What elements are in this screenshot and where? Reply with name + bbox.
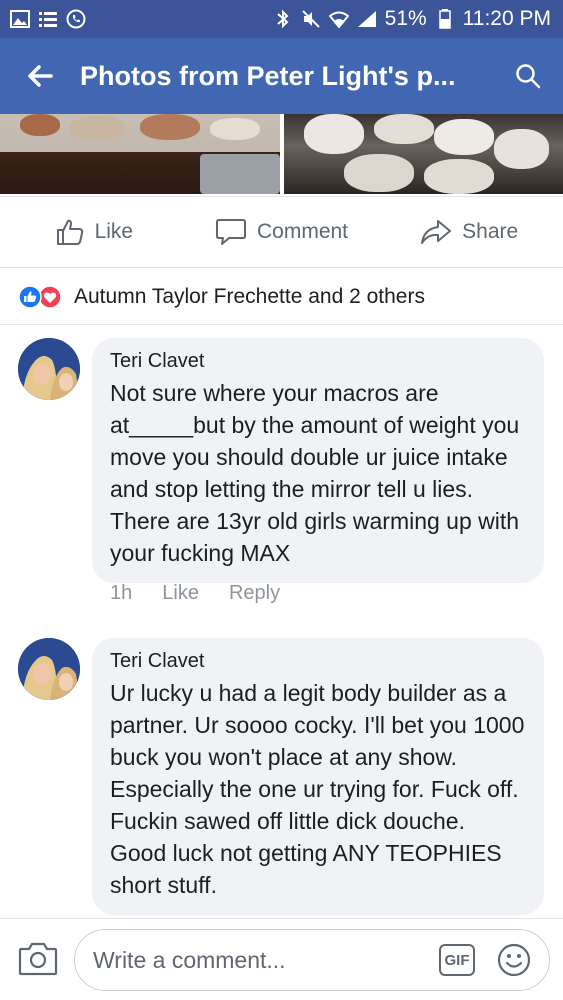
app-bar: Photos from Peter Light's p... xyxy=(0,38,563,114)
bluetooth-icon xyxy=(273,9,293,29)
comment-label: Comment xyxy=(256,220,349,243)
comment-reply-link[interactable]: Reply xyxy=(229,582,280,605)
share-button[interactable]: Share xyxy=(375,218,563,246)
gallery-icon xyxy=(10,9,30,29)
smiley-icon xyxy=(497,943,531,977)
like-label: Like xyxy=(94,220,134,243)
camera-button[interactable] xyxy=(18,941,58,977)
comment-composer: GIF xyxy=(0,918,563,1000)
comment-input[interactable] xyxy=(93,946,423,974)
comment-bubble-icon xyxy=(215,219,246,245)
comment-like-link[interactable]: Like xyxy=(162,582,199,605)
page-title: Photos from Peter Light's p... xyxy=(80,60,456,91)
post-photo[interactable] xyxy=(284,114,563,194)
comment-author[interactable]: Teri Clavet xyxy=(110,350,526,373)
battery-percent: 51% xyxy=(384,7,427,30)
like-button[interactable]: Like xyxy=(0,217,188,247)
thumbs-up-icon xyxy=(56,219,83,245)
comment-time: 1h xyxy=(110,582,133,604)
mute-icon xyxy=(301,9,321,29)
search-button[interactable] xyxy=(493,38,563,114)
comment-author[interactable]: Teri Clavet xyxy=(110,650,526,673)
phone-icon xyxy=(66,9,86,29)
comment-text: Ur lucky u had a legit body builder as a… xyxy=(110,680,525,898)
status-bar: 51% 11:20 PM xyxy=(0,0,563,38)
signal-icon xyxy=(357,9,377,29)
reactions-text: Autumn Taylor Frechette and 2 others xyxy=(74,284,425,308)
battery-icon xyxy=(435,9,455,29)
share-label: Share xyxy=(462,220,519,243)
gif-button[interactable]: GIF xyxy=(439,944,475,976)
list-icon xyxy=(38,9,58,29)
avatar[interactable] xyxy=(18,338,80,400)
post-photo[interactable] xyxy=(0,114,280,194)
comment-input-wrapper: GIF xyxy=(74,929,550,991)
photo-strip xyxy=(0,114,563,194)
comment-bubble[interactable]: Teri Clavet Not sure where your macros a… xyxy=(92,338,544,583)
post-actions: Like Comment Share xyxy=(0,196,563,268)
back-button[interactable] xyxy=(0,38,80,114)
share-arrow-icon xyxy=(421,220,452,244)
comment-meta: 1h Like Reply xyxy=(110,582,280,605)
camera-icon xyxy=(18,942,58,976)
like-reaction-icon xyxy=(18,284,42,309)
back-arrow-icon xyxy=(28,65,53,87)
avatar[interactable] xyxy=(18,638,80,700)
comment-bubble[interactable]: Teri Clavet Ur lucky u had a legit body … xyxy=(92,638,544,915)
clock: 11:20 PM xyxy=(462,7,551,30)
emoji-button[interactable] xyxy=(497,943,531,977)
comment-text: Not sure where your macros are at_____bu… xyxy=(110,380,520,566)
search-icon xyxy=(516,64,541,89)
comment-button[interactable]: Comment xyxy=(188,217,376,247)
reactions-summary[interactable]: Autumn Taylor Frechette and 2 others xyxy=(0,269,563,325)
wifi-icon xyxy=(328,9,349,29)
